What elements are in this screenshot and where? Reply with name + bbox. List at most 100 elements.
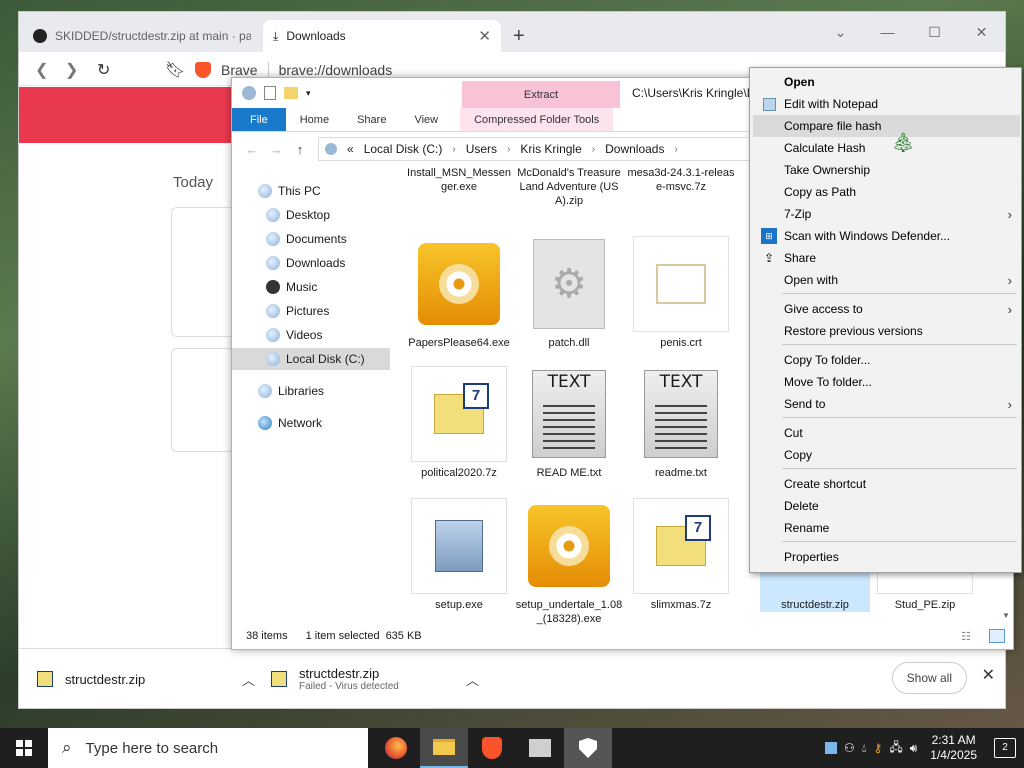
forward-arrow-icon[interactable]: → — [264, 142, 288, 157]
notification-center-icon[interactable]: 2 — [994, 738, 1016, 758]
menu-delete[interactable]: Delete — [753, 495, 1020, 517]
nav-libraries[interactable]: Libraries — [232, 380, 390, 402]
tab-view[interactable]: View — [400, 108, 452, 131]
menu-copy[interactable]: Copy — [753, 444, 1020, 466]
close-window-button[interactable]: ✕ — [958, 12, 1005, 52]
file-item[interactable]: ⚙ patch.dll — [514, 236, 624, 350]
tab-home[interactable]: Home — [286, 108, 343, 131]
brave-taskbar-icon[interactable] — [468, 728, 516, 768]
tray-people-icon[interactable]: ⚇ — [844, 741, 855, 755]
menu-compare-file-hash[interactable]: Compare file hash — [753, 115, 1020, 137]
start-button[interactable] — [0, 728, 48, 768]
tray-network-icon[interactable]: 🖧︎ — [889, 738, 902, 759]
tab-downloads[interactable]: ⤓ Downloads ✕ — [263, 20, 501, 52]
menu-cut[interactable]: Cut — [753, 422, 1020, 444]
back-arrow-icon[interactable]: ← — [240, 142, 264, 157]
scroll-down-icon[interactable]: ▼ — [1002, 611, 1010, 620]
breadcrumb-item[interactable]: Downloads — [605, 142, 664, 156]
app-taskbar-icon[interactable] — [516, 728, 564, 768]
bookmark-icon[interactable]: 🔖︎ — [165, 60, 185, 80]
nav-this-pc[interactable]: This PC — [232, 180, 390, 202]
taskbar-search[interactable]: ⌕ Type here to search — [48, 728, 368, 768]
folder-icon[interactable] — [284, 87, 298, 99]
file-item[interactable]: penis.crt — [626, 236, 736, 350]
menu-move-to-folder[interactable]: Move To folder... — [753, 371, 1020, 393]
minimize-button[interactable]: — — [864, 12, 911, 52]
show-all-button[interactable]: Show all — [891, 662, 967, 694]
chevron-up-icon[interactable]: ︿ — [242, 670, 255, 689]
new-tab-button[interactable]: + — [513, 25, 525, 48]
properties-icon[interactable] — [264, 86, 276, 100]
large-icons-view-icon[interactable] — [989, 629, 1005, 643]
up-arrow-icon[interactable]: ↑ — [288, 142, 312, 157]
file-item[interactable]: political2020.7z — [404, 366, 514, 480]
drive-icon — [325, 143, 337, 155]
menu-give-access-to[interactable]: Give access to › — [753, 298, 1020, 320]
menu-copy-as-path[interactable]: Copy as Path — [753, 181, 1020, 203]
menu-restore-previous-versions[interactable]: Restore previous versions — [753, 320, 1020, 342]
close-shelf-icon[interactable]: ✕ — [982, 665, 995, 685]
nav-downloads[interactable]: Downloads — [232, 252, 390, 274]
menu-properties[interactable]: Properties — [753, 546, 1020, 568]
maximize-button[interactable]: ☐ — [911, 12, 958, 52]
back-button[interactable]: ❮ — [35, 60, 48, 80]
breadcrumb-overflow[interactable]: « — [347, 142, 354, 156]
menu-edit-with-notepad[interactable]: Edit with Notepad — [753, 93, 1020, 115]
download-item[interactable]: structdestr.zip Failed - Virus detected … — [271, 659, 479, 699]
file-item[interactable]: Install_MSN_Messenger.exe — [404, 166, 514, 194]
file-item[interactable]: McDonald's Treasure Land Adventure (USA)… — [514, 166, 624, 208]
file-item[interactable]: TEXT readme.txt — [626, 366, 736, 480]
file-explorer-taskbar-icon[interactable] — [420, 728, 468, 768]
firefox-taskbar-icon[interactable] — [372, 728, 420, 768]
menu-copy-to-folder[interactable]: Copy To folder... — [753, 349, 1020, 371]
nav-videos[interactable]: Videos — [232, 324, 390, 346]
chevron-up-icon[interactable]: ︿ — [466, 670, 479, 689]
nav-music[interactable]: Music — [232, 276, 390, 298]
file-item[interactable]: mesa3d-24.3.1-release-msvc.7z — [626, 166, 736, 194]
menu-create-shortcut[interactable]: Create shortcut — [753, 473, 1020, 495]
extract-context-tab[interactable]: Extract — [462, 81, 620, 108]
details-view-icon[interactable]: ☷ — [961, 630, 971, 643]
tray-app-icon[interactable] — [824, 742, 837, 754]
menu-open-with[interactable]: Open with › — [753, 269, 1020, 291]
nav-pictures[interactable]: Pictures — [232, 300, 390, 322]
menu-share[interactable]: ⇪ Share — [753, 247, 1020, 269]
tab-github[interactable]: SKIDDED/structdestr.zip at main · par — [23, 20, 261, 52]
music-icon — [266, 280, 280, 294]
breadcrumb-item[interactable]: Local Disk (C:) — [364, 142, 443, 156]
file-item[interactable]: PapersPlease64.exe — [404, 236, 514, 350]
tab-file[interactable]: File — [232, 108, 286, 131]
menu-7zip[interactable]: 7-Zip › — [753, 203, 1020, 225]
tray-key-icon[interactable]: ⚷ — [874, 741, 883, 755]
clock[interactable]: 2:31 AM 1/4/2025 — [930, 733, 977, 763]
nav-local-disk[interactable]: Local Disk (C:) — [232, 348, 390, 370]
menu-take-ownership[interactable]: Take Ownership — [753, 159, 1020, 181]
file-item[interactable]: setup.exe — [404, 498, 514, 612]
defender-taskbar-icon[interactable] — [564, 728, 612, 768]
nav-desktop[interactable]: Desktop — [232, 204, 390, 226]
menu-scan-defender[interactable]: ⊞ Scan with Windows Defender... — [753, 225, 1020, 247]
close-tab-icon[interactable]: ✕ — [478, 27, 491, 45]
tab-compressed-folder-tools[interactable]: Compressed Folder Tools — [460, 108, 614, 131]
file-item[interactable]: TEXT READ ME.txt — [514, 366, 624, 480]
nav-documents[interactable]: Documents — [232, 228, 390, 250]
menu-rename[interactable]: Rename — [753, 517, 1020, 539]
tab-search-icon[interactable]: ⌄ — [817, 12, 864, 52]
tab-share[interactable]: Share — [343, 108, 400, 131]
tray-drop-icon[interactable]: 💧︎ — [862, 741, 867, 756]
qat-dropdown-icon[interactable]: ▾ — [306, 88, 311, 99]
reload-button[interactable]: ↻ — [97, 60, 110, 80]
brave-shield-icon[interactable] — [195, 62, 211, 78]
download-item[interactable]: structdestr.zip ︿ — [37, 659, 255, 699]
forward-button[interactable]: ❯ — [65, 60, 78, 80]
menu-send-to[interactable]: Send to › — [753, 393, 1020, 415]
menu-calculate-hash[interactable]: Calculate Hash — [753, 137, 1020, 159]
nav-network[interactable]: Network — [232, 412, 390, 434]
breadcrumb-item[interactable]: Users — [466, 142, 497, 156]
tray-volume-icon[interactable]: 🔊︎ — [910, 741, 918, 756]
breadcrumb-item[interactable]: Kris Kringle — [520, 142, 581, 156]
file-item[interactable]: slimxmas.7z — [626, 498, 736, 612]
file-item[interactable]: setup_undertale_1.08_(18328).exe — [514, 498, 624, 626]
menu-open[interactable]: Open — [753, 71, 1020, 93]
chevron-right-icon: › — [452, 143, 456, 155]
